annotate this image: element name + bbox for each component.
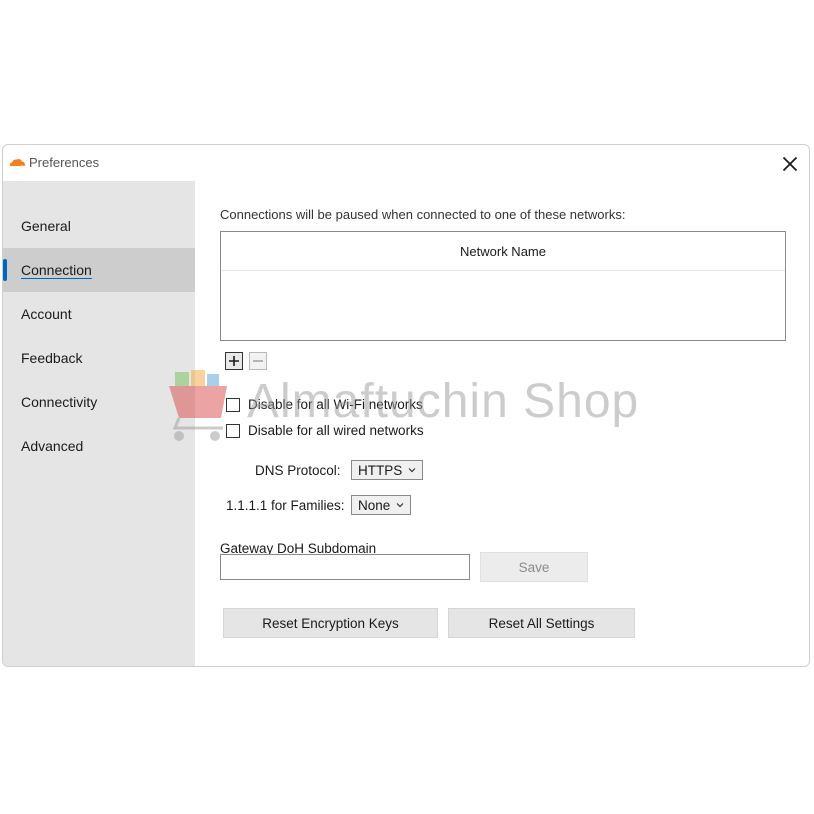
minus-icon [253, 360, 263, 362]
wifi-disable-label: Disable for all Wi-Fi networks [248, 397, 423, 412]
close-button[interactable] [777, 151, 803, 177]
dns-protocol-label: DNS Protocol: [255, 463, 341, 478]
families-select[interactable]: None [351, 495, 412, 515]
gateway-subdomain-input[interactable] [220, 554, 470, 580]
sidebar-item-label: Connectivity [21, 394, 98, 410]
families-label: 1.1.1.1 for Families: [226, 498, 345, 513]
wifi-disable-checkbox[interactable] [226, 397, 240, 412]
network-list[interactable]: Network Name [220, 231, 786, 341]
title-bar: Preferences [3, 145, 809, 181]
sidebar-item-label: Advanced [21, 438, 84, 454]
plus-icon [229, 356, 239, 366]
window-title: Preferences [29, 155, 100, 170]
sidebar: General Connection Account Feedback Conn… [3, 181, 195, 666]
wifi-disable-option[interactable]: Disable for all Wi-Fi networks [226, 397, 423, 412]
sidebar-item-label: Feedback [21, 350, 83, 366]
sidebar-item-label: Connection [21, 262, 92, 278]
sidebar-item-label: General [21, 218, 71, 234]
sidebar-item-advanced[interactable]: Advanced [3, 424, 195, 468]
active-indicator [3, 259, 7, 281]
sidebar-item-label: Account [21, 306, 72, 322]
dns-protocol-value: HTTPS [358, 462, 403, 478]
wired-disable-label: Disable for all wired networks [248, 423, 424, 438]
connection-panel: Connections will be paused when connecte… [195, 181, 809, 666]
chevron-down-icon [396, 502, 404, 508]
sidebar-item-connection[interactable]: Connection [3, 248, 195, 292]
save-button[interactable]: Save [480, 552, 588, 582]
preferences-window: Preferences General Connection Account F… [2, 144, 810, 667]
paused-networks-description: Connections will be paused when connecte… [220, 207, 626, 222]
cloudflare-logo-icon [9, 159, 25, 166]
sidebar-item-connectivity[interactable]: Connectivity [3, 380, 195, 424]
reset-all-settings-button[interactable]: Reset All Settings [448, 608, 635, 638]
dns-protocol-select[interactable]: HTTPS [351, 460, 424, 480]
close-icon [782, 156, 798, 172]
remove-network-button[interactable] [249, 352, 267, 370]
chevron-down-icon [408, 467, 416, 473]
families-value: None [358, 497, 391, 513]
sidebar-item-feedback[interactable]: Feedback [3, 336, 195, 380]
network-name-column-header[interactable]: Network Name [221, 232, 785, 271]
wired-disable-checkbox[interactable] [226, 423, 240, 438]
reset-encryption-keys-button[interactable]: Reset Encryption Keys [223, 608, 438, 638]
wired-disable-option[interactable]: Disable for all wired networks [226, 423, 424, 438]
sidebar-item-general[interactable]: General [3, 204, 195, 248]
sidebar-item-account[interactable]: Account [3, 292, 195, 336]
add-network-button[interactable] [225, 352, 243, 370]
